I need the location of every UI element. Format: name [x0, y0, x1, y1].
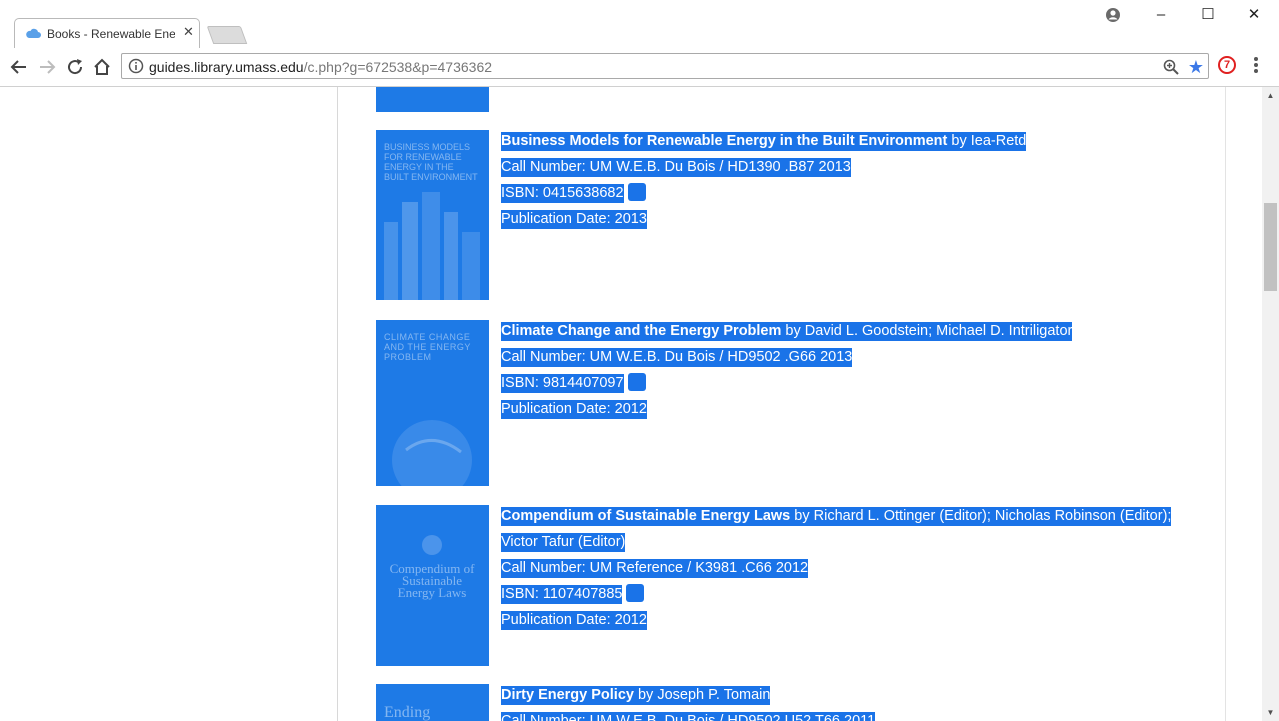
- profile-icon[interactable]: [1105, 7, 1121, 23]
- isbn-lookup-icon[interactable]: [627, 373, 646, 391]
- isbn: ISBN: 9814407097: [501, 374, 624, 393]
- scroll-thumb[interactable]: [1264, 203, 1277, 291]
- arrow-left-icon: [10, 60, 26, 74]
- home-icon: [94, 58, 110, 75]
- arrow-right-icon: [40, 60, 56, 74]
- close-window-icon[interactable]: ✕: [1244, 6, 1264, 24]
- url-path: /c.php?g=672538&p=4736362: [303, 59, 493, 75]
- cloud-icon: [26, 28, 41, 38]
- isbn-lookup-icon[interactable]: [627, 183, 646, 201]
- browser-tab[interactable]: Books - Renewable Energ ✕: [14, 18, 200, 48]
- cover-text: Compendium of Sustainable Energy Laws: [389, 561, 475, 600]
- home-button[interactable]: [91, 56, 113, 78]
- book-author-continued: Victor Tafur (Editor): [501, 533, 626, 552]
- menu-icon[interactable]: [1252, 57, 1260, 77]
- book-cover[interactable]: Ending: [376, 684, 489, 721]
- publication-date: Publication Date: 2012: [501, 611, 647, 630]
- sidebar-divider: [337, 87, 338, 721]
- cover-text: Ending: [384, 704, 431, 721]
- book-cover[interactable]: CLIMATE CHANGE AND THE ENERGY PROBLEM: [376, 320, 489, 486]
- book-author: by David L. Goodstein; Michael D. Intril…: [781, 323, 1073, 339]
- city-skyline-image: [384, 192, 480, 300]
- book-entry: Climate Change and the Energy Problem by…: [501, 321, 1221, 425]
- reload-button[interactable]: [64, 56, 86, 78]
- scroll-up-icon[interactable]: ▲: [1262, 87, 1279, 104]
- bookmark-star-icon[interactable]: ★: [1186, 57, 1206, 77]
- page-viewport: BUSINESS MODELS FOR RENEWABLE ENERGY IN …: [0, 87, 1262, 721]
- content-divider: [1225, 87, 1226, 721]
- book-entry: Compendium of Sustainable Energy Laws by…: [501, 506, 1221, 636]
- info-icon[interactable]: [128, 58, 144, 74]
- call-number: Call Number: UM W.E.B. Du Bois / HD9502 …: [501, 348, 853, 367]
- browser-toolbar: guides.library.umass.edu/c.php?g=672538&…: [0, 48, 1279, 87]
- forward-button[interactable]: [36, 56, 58, 78]
- book-title-link[interactable]: Compendium of Sustainable Energy Laws: [501, 508, 790, 524]
- scroll-down-icon[interactable]: ▼: [1262, 704, 1279, 721]
- globe-image: [392, 420, 472, 486]
- new-tab-button[interactable]: [206, 26, 248, 44]
- call-number: Call Number: UM Reference / K3981 .C66 2…: [501, 559, 809, 578]
- book-author: by Richard L. Ottinger (Editor); Nichola…: [790, 508, 1172, 524]
- call-number: Call Number: UM W.E.B. Du Bois / HD9502 …: [501, 712, 876, 721]
- publication-date: Publication Date: 2013: [501, 210, 647, 229]
- book-title-link[interactable]: Business Models for Renewable Energy in …: [501, 133, 947, 149]
- call-number: Call Number: UM W.E.B. Du Bois / HD1390 …: [501, 158, 851, 177]
- seal-icon: [422, 535, 442, 555]
- address-bar[interactable]: guides.library.umass.edu/c.php?g=672538&…: [121, 53, 1209, 79]
- url-text: guides.library.umass.edu/c.php?g=672538&…: [149, 59, 492, 75]
- isbn: ISBN: 0415638682: [501, 184, 624, 203]
- zoom-icon[interactable]: [1162, 58, 1180, 76]
- cover-text: CLIMATE CHANGE AND THE ENERGY PROBLEM: [384, 332, 471, 362]
- reload-icon: [68, 59, 83, 75]
- back-button[interactable]: [8, 56, 30, 78]
- isbn: ISBN: 1107407885: [501, 585, 623, 604]
- book-entry: Business Models for Renewable Energy in …: [501, 131, 1221, 235]
- book-author: by Iea-Retd: [947, 133, 1027, 149]
- isbn-lookup-icon[interactable]: [626, 584, 645, 602]
- vertical-scrollbar[interactable]: ▲ ▼: [1262, 87, 1279, 721]
- maximize-icon[interactable]: ☐: [1198, 6, 1218, 24]
- book-title-link[interactable]: Dirty Energy Policy: [501, 687, 634, 703]
- book-cover-previous[interactable]: [376, 87, 489, 112]
- url-host: guides.library.umass.edu: [149, 59, 304, 75]
- book-title-link[interactable]: Climate Change and the Energy Problem: [501, 323, 781, 339]
- cover-text: BUSINESS MODELS FOR RENEWABLE ENERGY IN …: [384, 142, 478, 182]
- book-cover[interactable]: Compendium of Sustainable Energy Laws: [376, 505, 489, 666]
- book-author: by Joseph P. Tomain: [633, 687, 771, 703]
- publication-date: Publication Date: 2012: [501, 400, 647, 419]
- extension-icon[interactable]: 7: [1218, 56, 1236, 74]
- title-bar: Books - Renewable Energ ✕ – ☐ ✕: [0, 0, 1279, 49]
- book-entry: Dirty Energy Policy by Joseph P. Tomain …: [501, 685, 1221, 721]
- minimize-icon[interactable]: –: [1151, 6, 1171, 24]
- tab-title: Books - Renewable Energ: [47, 27, 175, 41]
- close-tab-icon[interactable]: ✕: [183, 25, 195, 39]
- book-cover[interactable]: BUSINESS MODELS FOR RENEWABLE ENERGY IN …: [376, 130, 489, 300]
